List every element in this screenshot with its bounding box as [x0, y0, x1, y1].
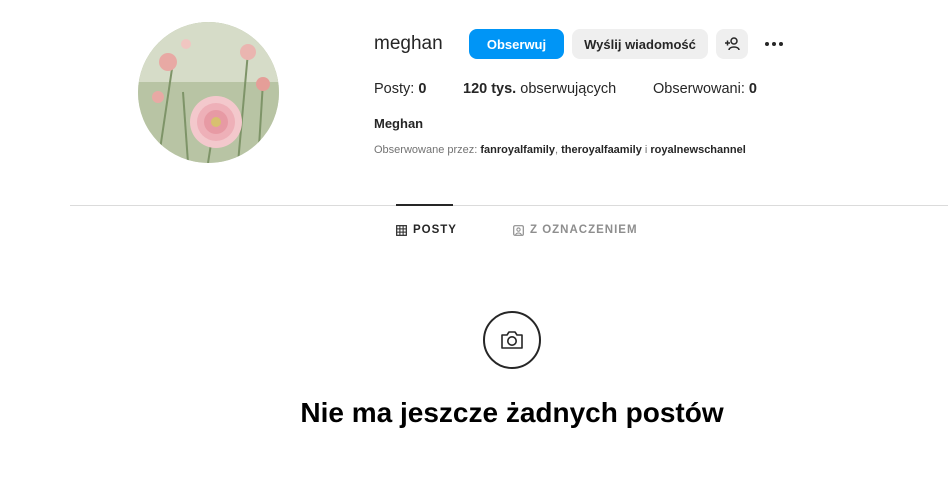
tabs-divider	[70, 205, 948, 206]
followed-by-conjunction: i	[644, 144, 648, 156]
profile-header-row: meghan Obserwuj Wyślij wiadomość	[374, 28, 786, 60]
send-message-button[interactable]: Wyślij wiadomość	[572, 29, 708, 59]
posts-value: 0	[418, 81, 427, 97]
profile-tabs: POSTY Z OZNACZENIEM	[396, 222, 638, 238]
followed-by[interactable]: Obserwowane przez: fanroyalfamily, thero…	[374, 144, 786, 156]
camera-icon	[501, 331, 523, 349]
followed-by-separator: ,	[554, 144, 559, 156]
followed-by-account[interactable]: royalnewschannel	[650, 144, 745, 156]
grid-icon	[396, 224, 407, 236]
tab-tagged[interactable]: Z OZNACZENIEM	[513, 222, 638, 238]
tab-posts[interactable]: POSTY	[396, 222, 457, 238]
tagged-icon	[513, 224, 524, 236]
followers-value: 120 tys.	[463, 81, 517, 97]
profile-stats: Posty: 0 120 tys. obserwujących Obserwow…	[374, 81, 786, 97]
add-user-button[interactable]	[716, 29, 748, 59]
following-value: 0	[748, 81, 757, 97]
profile-full-name: Meghan	[374, 116, 424, 131]
following-label: Obserwowani:	[653, 81, 745, 97]
following-count[interactable]: Obserwowani: 0	[653, 81, 757, 97]
followed-by-prefix: Obserwowane przez:	[374, 144, 478, 156]
camera-icon-circle	[483, 311, 541, 369]
followed-by-account[interactable]: theroyalfaamily	[561, 144, 642, 156]
add-user-icon	[725, 37, 740, 51]
tab-tagged-label: Z OZNACZENIEM	[529, 224, 638, 236]
more-options-icon[interactable]	[762, 32, 786, 56]
follow-button[interactable]: Obserwuj	[469, 29, 564, 59]
avatar-flower-image	[138, 22, 279, 163]
username: meghan	[374, 33, 443, 54]
posts-label: Posty:	[374, 81, 415, 97]
tab-posts-label: POSTY	[413, 224, 457, 236]
followers-count[interactable]: 120 tys. obserwujących	[463, 81, 653, 97]
empty-state-title: Nie ma jeszcze żadnych postów	[300, 397, 724, 428]
active-tab-indicator	[396, 204, 453, 206]
posts-count: Posty: 0	[374, 81, 463, 97]
followed-by-account[interactable]: fanroyalfamily	[480, 144, 555, 156]
profile-avatar[interactable]	[138, 22, 279, 163]
followers-label: obserwujących	[520, 81, 617, 97]
profile-info: meghan Obserwuj Wyślij wiadomość Posty: …	[374, 28, 786, 156]
